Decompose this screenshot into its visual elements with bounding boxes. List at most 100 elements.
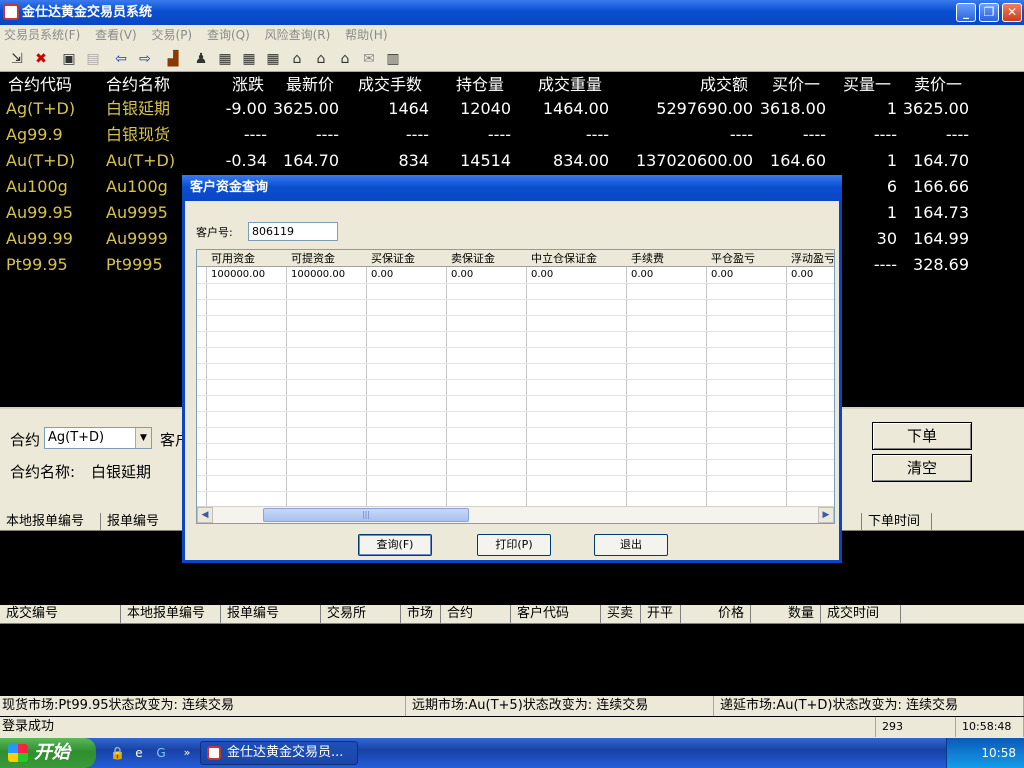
trades-col-qty[interactable]: 数量 [751, 605, 821, 623]
scroll-right-icon[interactable]: ▶ [818, 507, 834, 523]
back-arrow-icon[interactable]: ⇦ [112, 50, 130, 68]
trades-table-body[interactable] [0, 624, 1024, 696]
contract-label: 合约 [10, 431, 41, 449]
forward-arrow-icon[interactable]: ⇨ [136, 50, 154, 68]
cell-ask: 164.99 [913, 229, 969, 248]
trades-col-open-close[interactable]: 开平 [641, 605, 681, 623]
grid-row-line [197, 299, 834, 300]
trades-col-customer[interactable]: 客户代码 [511, 605, 601, 623]
customer-id-input[interactable]: 806119 [248, 222, 338, 241]
quote-row[interactable]: Au(T+D) Au(T+D) -0.34 164.70 834 14514 8… [0, 148, 1024, 174]
grid-row-line [197, 283, 834, 284]
login-icon[interactable]: ⇲ [8, 50, 26, 68]
trades-col-order-id[interactable]: 报单编号 [221, 605, 321, 623]
print-button[interactable]: 打印(P) [477, 534, 551, 556]
exit-button[interactable]: 退出 [594, 534, 668, 556]
taskbar-app-item[interactable]: 金仕达黄金交易员... [200, 741, 358, 765]
storage-query-icon[interactable]: ⌂ [312, 50, 330, 68]
start-button[interactable]: 开始 [0, 738, 96, 768]
scroll-thumb[interactable]: ||| [263, 508, 469, 522]
cell-code: Au99.95 [6, 203, 73, 222]
cell-name: Pt9995 [106, 255, 163, 274]
maximize-button[interactable]: ❐ [979, 3, 999, 22]
refresh-icon[interactable]: G [154, 746, 168, 760]
trades-col-market[interactable]: 市场 [401, 605, 441, 623]
report-icon[interactable]: ⌂ [336, 50, 354, 68]
menu-help[interactable]: 帮助(H) [345, 28, 387, 42]
col-oi: 持仓量 [456, 75, 505, 94]
message-icon[interactable]: ✉ [360, 50, 378, 68]
clear-button[interactable]: 清空 [872, 454, 972, 482]
grid-cell: 0.00 [371, 269, 394, 280]
grid-col-float-pl[interactable]: 浮动盈亏 [787, 250, 834, 267]
minimize-button[interactable]: _ [956, 3, 976, 22]
tray-clock[interactable]: 10:58 [981, 746, 1016, 760]
close-button[interactable]: ✕ [1002, 3, 1022, 22]
fund-query-icon[interactable]: ⌂ [288, 50, 306, 68]
grid-col-fee[interactable]: 手续费 [627, 250, 707, 267]
settings-icon[interactable]: ▤ [84, 50, 102, 68]
cell-amount: 5297690.00 [656, 99, 753, 118]
menu-view[interactable]: 查看(V) [95, 28, 137, 42]
menu-system[interactable]: 交易员系统(F) [4, 28, 80, 42]
dialog-title: 客户资金查询 [182, 175, 842, 201]
orders-col-time[interactable]: 下单时间 [862, 513, 932, 531]
windows-logo-icon [8, 744, 28, 762]
taskbar: 开始 🔒 e G » 金仕达黄金交易员... 10:58 [0, 738, 1024, 768]
trades-col-contract[interactable]: 合约 [441, 605, 511, 623]
grid-col-sell-margin[interactable]: 卖保证金 [447, 250, 527, 267]
menu-query[interactable]: 查询(Q) [207, 28, 250, 42]
query-button[interactable]: 查询(F) [358, 534, 432, 556]
trades-col-local-id[interactable]: 本地报单编号 [121, 605, 221, 623]
position-query-icon[interactable]: ▦ [264, 50, 282, 68]
time-status: 10:58:48 [960, 717, 1024, 737]
grid-col-available[interactable]: 可用资金 [207, 250, 287, 267]
cell-code: Au(T+D) [6, 151, 76, 170]
print-icon[interactable]: ▥ [384, 50, 402, 68]
contract-select[interactable]: Ag(T+D) ▼ [44, 427, 152, 449]
cell-ask: ---- [945, 125, 969, 144]
scroll-left-icon[interactable]: ◀ [197, 507, 213, 523]
orders-col-local-id[interactable]: 本地报单编号 [0, 513, 101, 531]
lock-icon[interactable]: 🔒 [110, 746, 125, 760]
cell-weight: ---- [585, 125, 609, 144]
menu-risk[interactable]: 风险查询(R) [265, 28, 331, 42]
grid-col-close-pl[interactable]: 平仓盈亏 [707, 250, 787, 267]
grid-cell: 0.00 [451, 269, 474, 280]
col-volume: 成交手数 [358, 75, 423, 94]
cell-ask: 166.66 [913, 177, 969, 196]
fund-grid[interactable]: 可用资金 可提资金 买保证金 卖保证金 中立仓保证金 手续费 平仓盈亏 浮动盈亏… [196, 249, 835, 524]
trades-col-time[interactable]: 成交时间 [821, 605, 901, 623]
trades-col-side[interactable]: 买卖 [601, 605, 641, 623]
horizontal-scrollbar[interactable]: ◀ ||| ▶ [197, 506, 834, 523]
orders-col-order-id[interactable]: 报单编号 [101, 513, 183, 531]
contract-name-value: 白银延期 [91, 463, 152, 481]
ie-icon[interactable]: e [132, 746, 146, 760]
grid-col-neutral-margin[interactable]: 中立仓保证金 [527, 250, 627, 267]
trade-query-icon[interactable]: ▦ [240, 50, 258, 68]
menu-trade[interactable]: 交易(P) [152, 28, 193, 42]
quote-row[interactable]: Ag(T+D) 白银延期 -9.00 3625.00 1464 12040 14… [0, 96, 1024, 122]
cell-last: ---- [315, 125, 339, 144]
trades-col-price[interactable]: 价格 [681, 605, 751, 623]
chevron-right-icon[interactable]: » [180, 746, 194, 760]
quote-row[interactable]: Ag99.9 白银现货 ---- ---- ---- ---- ---- ---… [0, 122, 1024, 148]
chart-icon[interactable]: ▟ [164, 50, 182, 68]
grid-col-withdrawable[interactable]: 可提资金 [287, 250, 367, 267]
order-query-icon[interactable]: ▦ [216, 50, 234, 68]
cell-code: Ag(T+D) [6, 99, 76, 118]
trades-col-trade-id[interactable]: 成交编号 [0, 605, 121, 623]
orders-col-hidden[interactable] [842, 513, 862, 531]
grid-col-buy-margin[interactable]: 买保证金 [367, 250, 447, 267]
submit-order-button[interactable]: 下单 [872, 422, 972, 450]
trades-col-exchange[interactable]: 交易所 [321, 605, 401, 623]
contract-name-label: 合约名称: [10, 463, 76, 481]
cell-name: 白银现货 [106, 125, 171, 144]
window-icon[interactable]: ▣ [60, 50, 78, 68]
disconnect-icon[interactable]: ✖ [32, 50, 50, 68]
people-icon[interactable]: ♟ [192, 50, 210, 68]
chevron-down-icon[interactable]: ▼ [135, 428, 151, 448]
cell-code: Ag99.9 [6, 125, 63, 144]
col-last: 最新价 [286, 75, 335, 94]
grid-cell: 100000.00 [211, 269, 266, 280]
